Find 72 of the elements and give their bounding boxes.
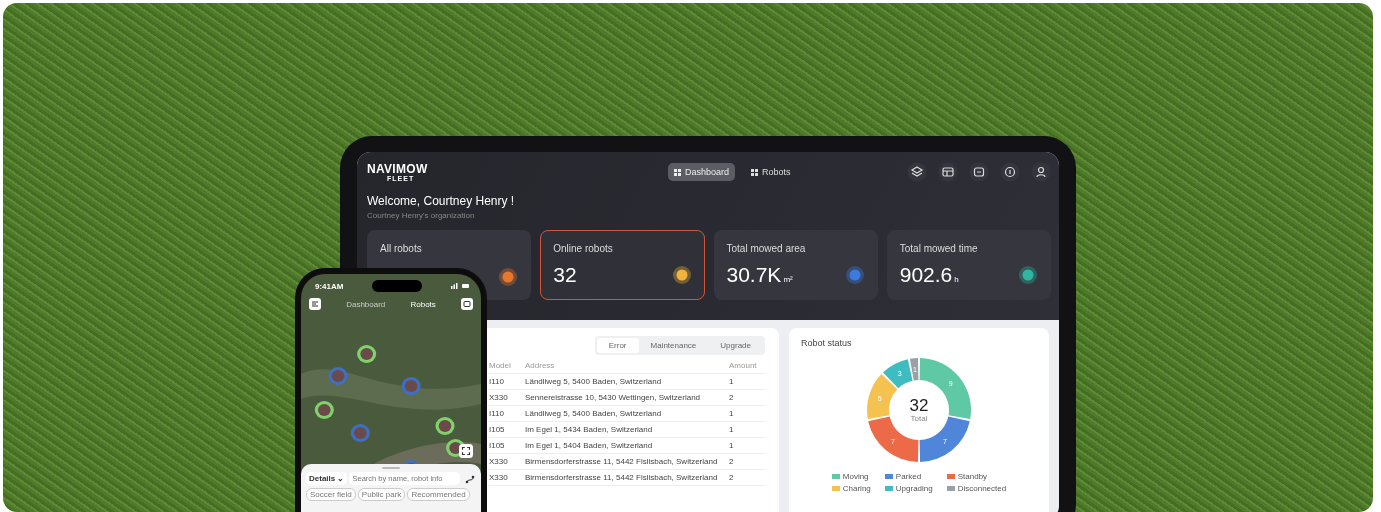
column-header: Model — [489, 361, 512, 370]
alert-tab[interactable]: Maintenance — [638, 338, 709, 353]
table-cell-text: 1 — [729, 425, 735, 434]
table-cell-text: Im Egel 1, 5434 Baden, Switzerland — [525, 425, 654, 434]
legend-swatch — [946, 474, 955, 479]
info-icon[interactable] — [1000, 162, 1020, 182]
grid-icon — [751, 168, 759, 176]
filter-chip[interactable]: Public park — [357, 488, 406, 501]
table-cell-text: I110 — [489, 377, 505, 386]
message-icon[interactable] — [969, 162, 989, 182]
organization-name: Courtney Henry's organization — [367, 211, 476, 220]
table-cell-text: 1 — [729, 409, 735, 418]
filter-chip[interactable]: Recommended — [407, 488, 470, 501]
legend-label: Standby — [957, 472, 988, 481]
table-cell-text: Birmensdorferstrasse 11, 5442 Fislisbach, Switzerland — [525, 473, 719, 482]
welcome-heading: Welcome, Courtney Henry ! — [367, 194, 516, 208]
legend-swatch — [946, 486, 955, 491]
stat-label: Total mowed time — [899, 243, 979, 254]
table-cell-text: 1 — [729, 377, 735, 386]
legend-swatch — [831, 474, 840, 479]
legend-swatch — [884, 486, 893, 491]
table-cell-text: 2 — [729, 473, 735, 482]
legend-label: Charing — [842, 484, 871, 493]
legend-label: Parked — [895, 472, 922, 481]
phone-tab[interactable]: Robots — [410, 299, 436, 309]
table-cell-text: X330 — [489, 457, 509, 466]
total-value: 32 — [909, 397, 929, 414]
legend-label: Moving — [842, 472, 869, 481]
card-title: Robot status — [801, 338, 852, 348]
column-header: Amount — [729, 361, 758, 370]
table-cell-text: 2 — [729, 393, 735, 402]
expand-icon[interactable] — [459, 444, 473, 458]
window-icon[interactable] — [938, 162, 958, 182]
camera-notch — [372, 280, 423, 292]
table-cell-text: Sennereistrasse 10, 5430 Wettingen, Switzerland — [525, 393, 702, 402]
clock: 9:41AM — [315, 281, 344, 291]
menu-icon[interactable] — [309, 298, 321, 310]
table-cell-text: Im Egel 1, 5404 Baden, Switzerland — [525, 441, 654, 450]
stat-value: 32 — [553, 263, 577, 287]
filter-chip[interactable]: Soccer field — [306, 488, 356, 501]
user-icon[interactable] — [1031, 162, 1051, 182]
stat-value: 902.6 h — [899, 263, 959, 287]
legend-swatch — [831, 486, 840, 491]
legend-label: Disconnected — [957, 484, 1007, 493]
table-cell-text: Birmensdorferstrasse 11, 5442 Fislisbach, Switzerland — [525, 457, 719, 466]
nav-tab[interactable]: Dashboard — [668, 163, 735, 181]
filter-dropdown[interactable]: Details ⌄ — [306, 472, 348, 485]
table-cell-text: Ländliweg 5, 5400 Baden, Switzerland — [525, 377, 663, 386]
column-header: Address — [525, 361, 556, 370]
table-cell-text: I105 — [489, 425, 506, 434]
alert-tab[interactable]: Upgrade — [708, 338, 763, 353]
table-cell-text: 2 — [729, 457, 735, 466]
table-cell-text: I105 — [489, 441, 506, 450]
table-cell-text: I110 — [489, 409, 505, 418]
stat-label: Online robots — [553, 243, 614, 254]
legend-label: Upgrading — [895, 484, 933, 493]
message-icon[interactable] — [460, 298, 473, 310]
legend-swatch — [884, 474, 893, 479]
nav-tab[interactable]: Robots — [745, 163, 797, 181]
status-icon — [451, 283, 469, 289]
table-cell-text: X330 — [489, 393, 509, 402]
grid-icon — [674, 168, 682, 176]
alert-tab[interactable]: Error — [596, 338, 639, 353]
table-cell-text: 1 — [729, 441, 735, 450]
total-label: Total — [910, 414, 928, 423]
stat-value: 30.7K m² — [726, 263, 793, 287]
stat-label: All robots — [380, 243, 423, 254]
table-cell-text: Ländliweg 5, 5400 Baden, Switzerland — [525, 409, 663, 418]
layers-icon[interactable] — [907, 162, 927, 182]
table-cell-text: X330 — [489, 473, 509, 482]
stat-label: Total mowed area — [726, 243, 807, 254]
phone-tab[interactable]: Dashboard — [346, 299, 386, 309]
